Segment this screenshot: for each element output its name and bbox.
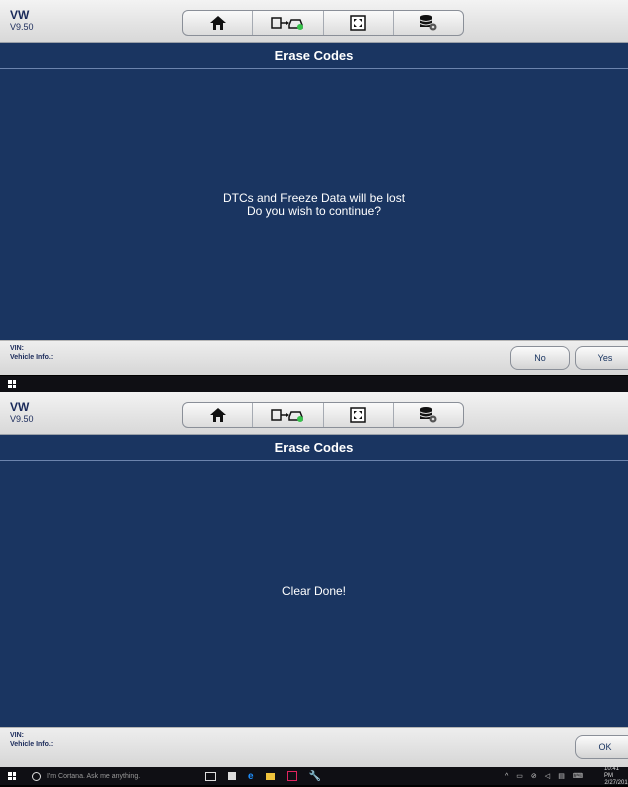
cortana-search[interactable]: I'm Cortana. Ask me anything.	[32, 767, 140, 785]
windows-start-icon[interactable]	[8, 380, 16, 388]
data-settings-button[interactable]	[394, 403, 463, 427]
taskbar: I'm Cortana. Ask me anything. e 🔧 ^ ▭ ⊘ …	[0, 765, 628, 786]
page-title: Erase Codes	[0, 43, 628, 69]
task-view-icon[interactable]	[205, 771, 216, 781]
app-header: VW V9.50	[0, 0, 628, 43]
message-area: Clear Done!	[0, 461, 628, 727]
software-version: V9.50	[10, 414, 34, 424]
home-button[interactable]	[183, 11, 254, 35]
yes-button[interactable]: Yes	[575, 346, 628, 370]
network-icon[interactable]: ⊘	[531, 772, 537, 780]
message-area: DTCs and Freeze Data will be lost Do you…	[0, 69, 628, 340]
brand: VW V9.50	[10, 9, 34, 33]
main-toolbar	[182, 402, 464, 428]
brand: VW V9.50	[10, 401, 34, 425]
clock[interactable]: 10:41 PM 2/27/201	[604, 765, 628, 786]
vehicle-info-label: Vehicle Info.:	[10, 354, 54, 361]
fullscreen-button[interactable]	[324, 11, 394, 35]
footer-bar: VIN: Vehicle Info.: No Yes	[0, 340, 628, 375]
cortana-search-placeholder: I'm Cortana. Ask me anything.	[47, 772, 141, 780]
app-icon[interactable]	[286, 771, 297, 781]
fullscreen-button[interactable]	[324, 403, 394, 427]
vehicle-info-label: Vehicle Info.:	[10, 741, 54, 748]
vin-label: VIN:	[10, 732, 24, 739]
taskbar	[0, 376, 628, 392]
clear-done-message: Clear Done!	[281, 584, 347, 598]
home-icon	[209, 408, 226, 422]
data-settings-icon	[420, 407, 437, 423]
no-button[interactable]: No	[510, 346, 570, 370]
battery-icon[interactable]: ▭	[516, 772, 523, 780]
footer-bar: VIN: Vehicle Info.: OK	[0, 727, 628, 767]
data-settings-icon	[420, 15, 437, 31]
fullscreen-icon	[350, 407, 366, 423]
vehicle-connect-button[interactable]	[253, 403, 324, 427]
ok-button[interactable]: OK	[575, 735, 628, 759]
clock-date: 2/27/201	[604, 779, 628, 786]
edge-icon[interactable]: e	[248, 771, 254, 782]
keyboard-icon[interactable]: ⌨	[573, 772, 583, 780]
main-toolbar	[182, 10, 464, 36]
vehicle-make: VW	[10, 400, 30, 414]
software-version: V9.50	[10, 22, 34, 32]
volume-icon[interactable]: ◁	[545, 772, 550, 780]
wrench-icon[interactable]: 🔧	[309, 771, 321, 782]
data-settings-button[interactable]	[394, 11, 463, 35]
app-header: VW V9.50	[0, 392, 628, 435]
vehicle-make: VW	[10, 8, 30, 22]
warning-message-line-2: Do you wish to continue?	[246, 204, 382, 218]
search-icon	[32, 771, 41, 781]
windows-start-icon[interactable]	[8, 772, 16, 780]
page-title: Erase Codes	[0, 435, 628, 461]
store-icon[interactable]	[228, 772, 236, 780]
vehicle-connect-button[interactable]	[253, 11, 324, 35]
erase-confirm-screen: VW V9.50 Erase Codes DTCs and Freeze Dat…	[0, 0, 628, 392]
action-center-icon[interactable]: ▤	[558, 772, 565, 780]
vin-label: VIN:	[10, 345, 24, 352]
erase-done-screen: VW V9.50 Erase Codes Clear Done! VIN: Ve	[0, 392, 628, 786]
fullscreen-icon	[350, 15, 366, 31]
clock-time: 10:41 PM	[604, 765, 620, 779]
chevron-up-icon[interactable]: ^	[505, 773, 508, 780]
vehicle-connect-icon	[271, 17, 303, 30]
home-icon	[209, 16, 226, 30]
file-explorer-icon[interactable]	[265, 772, 275, 780]
home-button[interactable]	[183, 403, 254, 427]
vehicle-connect-icon	[271, 409, 303, 422]
